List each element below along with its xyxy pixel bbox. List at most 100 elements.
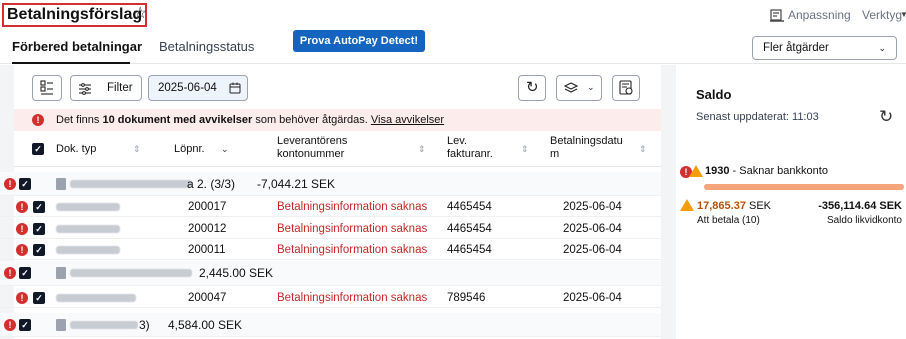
show-deviations-link[interactable]: Visa avvikelser [371,114,444,126]
group-summary: a 2. (3/3) [187,177,236,191]
tools-menu[interactable]: Verktyg [862,8,902,22]
row-checkbox[interactable]: ✓ [33,223,45,235]
row-checkbox[interactable]: ✓ [19,319,31,331]
error-icon: ! [16,244,28,256]
last-updated: Senast uppdaterat: 11:03 [696,111,819,123]
table-row[interactable]: ! ✓ 200011 Betalningsinformation saknas … [0,240,661,260]
redacted-supplier-name [70,321,138,329]
customize-icon[interactable] [770,8,784,22]
group-row[interactable]: ! ✓ 3) 4,584.00 SEK [0,313,661,337]
error-icon: ! [4,267,16,279]
chevron-down-icon: ⌄ [587,82,595,92]
group-row[interactable]: ! ✓ a 2. (3/3) -7,044.21 SEK [0,172,661,196]
chevron-down-icon[interactable]: ▼ [900,10,906,19]
warning-icon [689,165,703,177]
to-pay-amount: 17,865.37 SEK [697,200,772,212]
active-tab-indicator [12,62,130,64]
to-pay-label: Att betala (10) [697,215,760,226]
account-cell: Betalningsinformation saknas [277,223,428,235]
date-value: 2025-06-04 [158,82,217,94]
star-icon[interactable]: ☆ [133,5,147,23]
date-cell: 2025-06-04 [563,244,622,256]
invoice-cell: 4465454 [447,223,492,235]
sort-icon[interactable]: ⇕ [521,144,529,155]
group-summary: 3) [139,318,150,332]
filter-button[interactable]: Filter [70,75,142,101]
column-supplier-account[interactable]: Leverantörens kontonummer [277,135,347,161]
group-row[interactable]: ! ✓ 2,445.00 SEK [0,261,661,286]
table-row[interactable]: ! ✓ 200017 Betalningsinformation saknas … [0,197,661,217]
account-cell: Betalningsinformation saknas [277,292,428,304]
redacted-supplier-name [70,180,192,188]
balance-bar [704,184,904,190]
tab-prepare-payments[interactable]: Förbered betalningar [12,39,142,54]
row-checkbox[interactable]: ✓ [33,201,45,213]
serial-cell: 200011 [188,244,226,256]
table-row[interactable]: ! ✓ 200012 Betalningsinformation saknas … [0,219,661,239]
report-settings-button[interactable] [612,75,640,101]
refresh-icon[interactable]: ↻ [879,107,893,127]
error-icon: ! [4,319,16,331]
date-cell: 2025-06-04 [563,292,622,304]
refresh-icon: ↻ [526,79,539,96]
redacted-doc-type [56,294,136,302]
table-header: ✓ Dok. typ ⇕ Löpnr. ⌄ Leverantörens konto… [14,131,661,167]
column-doc-type[interactable]: Dok. typ [56,143,96,156]
invoice-cell: 789546 [447,292,486,304]
document-icon [56,267,66,279]
deviation-alert: ! Det finns 10 dokument med avvikelser s… [14,109,661,131]
error-icon: ! [32,114,44,126]
error-icon: ! [16,292,28,304]
redacted-doc-type [56,225,120,233]
list-settings-icon [40,80,53,95]
alert-message: Det finns 10 dokument med avvikelser som… [56,114,445,126]
refresh-list-button[interactable]: ↻ [518,75,546,101]
layers-icon [564,82,578,93]
redacted-doc-type [56,203,120,211]
more-actions-dropdown[interactable]: Fler åtgärder ⌄ [752,36,897,60]
invoice-cell: 4465454 [447,201,492,213]
table-row[interactable]: ! ✓ 200047 Betalningsinformation saknas … [0,288,661,308]
account-status: 1930 - Saknar bankkonto [705,165,828,177]
payment-date-picker[interactable]: 2025-06-04 [148,75,248,101]
sort-icon[interactable]: ⇕ [418,144,426,155]
column-invoice-number[interactable]: Lev. fakturanr. [447,135,493,161]
customize-link[interactable]: Anpassning [788,8,851,22]
sort-icon[interactable]: ⇕ [639,144,647,155]
group-amount: 2,445.00 SEK [199,266,274,280]
tab-payment-status[interactable]: Betalningsstatus [159,39,254,54]
row-checkbox[interactable]: ✓ [19,267,31,279]
column-serial[interactable]: Löpnr. [174,143,205,156]
document-icon [56,319,66,331]
layers-dropdown-button[interactable]: ⌄ [556,75,602,101]
row-checkbox[interactable]: ✓ [33,244,45,256]
filter-icon [79,83,91,95]
page-title: Betalningsförslag [2,3,148,27]
sort-icon[interactable]: ⇕ [133,144,141,155]
account-cell: Betalningsinformation saknas [277,244,428,256]
row-checkbox[interactable]: ✓ [19,178,31,190]
serial-cell: 200012 [188,223,227,235]
redacted-supplier-name [70,269,192,277]
document-icon [56,178,66,190]
date-cell: 2025-06-04 [563,201,622,213]
filter-label: Filter [107,82,133,94]
column-payment-date[interactable]: Betalningsdatu m [550,135,623,161]
autopay-promo-button[interactable]: Prova AutoPay Detect! [293,30,425,52]
row-checkbox[interactable]: ✓ [33,292,45,304]
liquidity-balance: -356,114.64 SEK [818,200,902,212]
invoice-cell: 4465454 [447,244,492,256]
serial-cell: 200047 [188,292,227,304]
document-settings-icon [619,80,633,95]
warning-icon [680,199,694,211]
balance-panel: Saldo Senast uppdaterat: 11:03 ↻ ! 1930 … [676,65,906,339]
column-settings-button[interactable] [32,75,62,101]
date-cell: 2025-06-04 [563,223,622,235]
serial-cell: 200017 [188,201,227,213]
select-all-checkbox[interactable]: ✓ [32,143,44,155]
account-cell: Betalningsinformation saknas [277,201,428,213]
more-actions-label: Fler åtgärder [763,42,829,54]
chevron-down-icon: ⌄ [878,43,886,53]
error-icon: ! [16,201,28,213]
sort-desc-icon[interactable]: ⌄ [221,144,229,155]
